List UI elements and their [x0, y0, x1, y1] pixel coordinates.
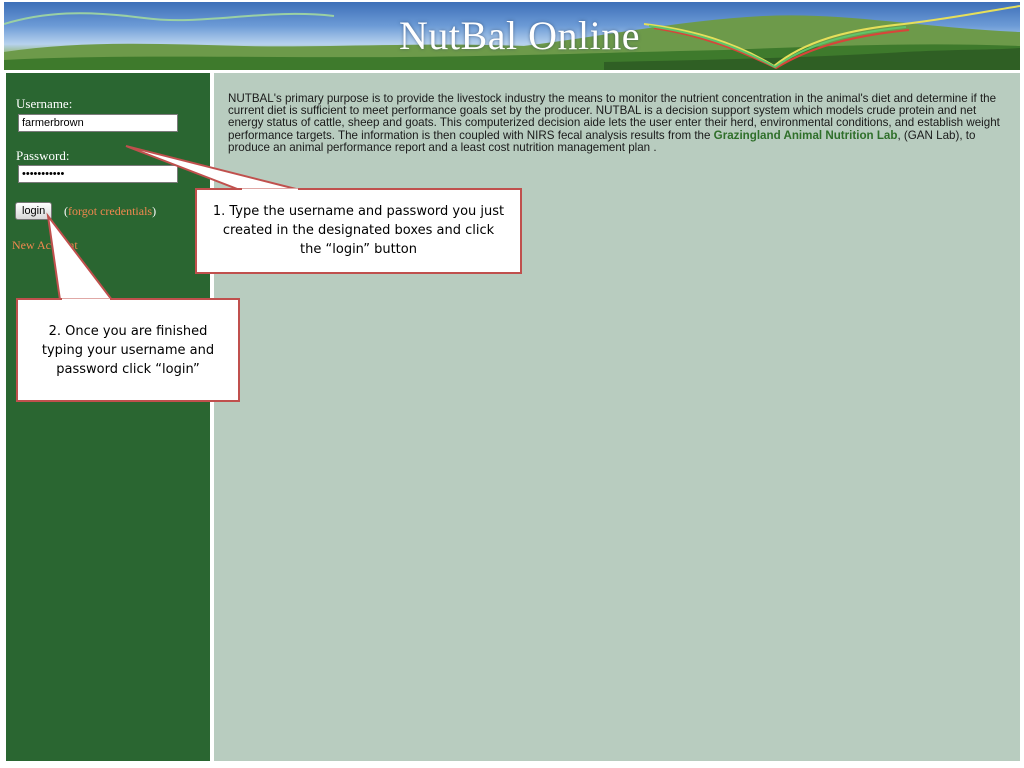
- pointer-joins: [62, 188, 298, 302]
